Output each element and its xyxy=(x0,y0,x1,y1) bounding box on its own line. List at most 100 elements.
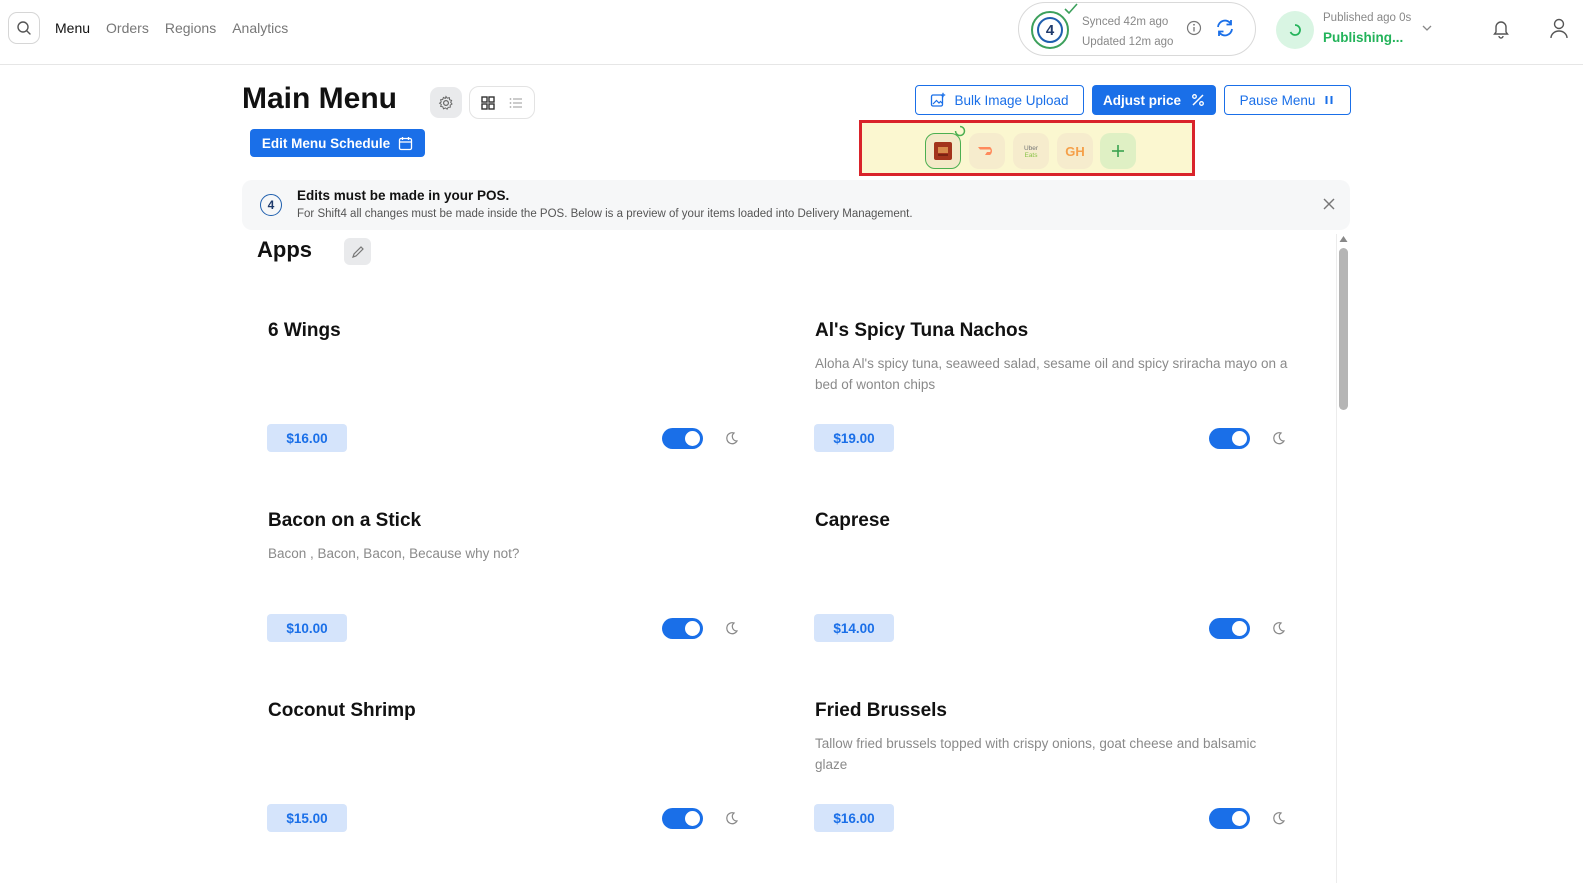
updated-time: Updated 12m ago xyxy=(1082,36,1174,48)
adjust-price-button[interactable]: Adjust price xyxy=(1092,85,1216,115)
info-icon[interactable] xyxy=(1186,20,1202,36)
item-price[interactable]: $16.00 xyxy=(267,424,347,452)
moon-icon[interactable] xyxy=(1272,431,1286,445)
pencil-icon xyxy=(351,245,364,258)
pause-icon xyxy=(1325,96,1333,104)
moon-icon[interactable] xyxy=(1272,811,1286,825)
svg-text:GH: GH xyxy=(1065,144,1085,159)
shift4-logo: 4 xyxy=(1031,11,1069,49)
platform-selector: Uber Eats GH xyxy=(859,120,1195,176)
scrollbar-thumb[interactable] xyxy=(1339,248,1348,410)
edit-category-button[interactable] xyxy=(344,238,371,265)
item-availability-toggle[interactable] xyxy=(662,428,703,449)
synced-time: Synced 42m ago xyxy=(1082,16,1169,28)
bell-icon[interactable] xyxy=(1490,17,1512,39)
item-availability-toggle[interactable] xyxy=(1209,428,1250,449)
percent-icon xyxy=(1192,94,1204,106)
menu-item-card[interactable]: Fried Brussels Tallow fried brussels top… xyxy=(814,700,1295,880)
pause-menu-label: Pause Menu xyxy=(1239,92,1316,108)
pos-notice-banner: 4 Edits must be made in your POS. For Sh… xyxy=(242,180,1350,230)
toggle-knob xyxy=(685,811,700,826)
item-name: 6 Wings xyxy=(268,320,341,341)
toggle-knob xyxy=(1232,431,1247,446)
item-name: Coconut Shrimp xyxy=(268,700,416,721)
item-description: Bacon , Bacon, Bacon, Because why not? xyxy=(268,546,520,561)
nav-item-analytics[interactable]: Analytics xyxy=(232,20,288,36)
image-upload-icon xyxy=(931,92,946,107)
nav-item-orders[interactable]: Orders xyxy=(106,20,149,36)
top-bar: Menu Orders Regions Analytics 4 Synced 4… xyxy=(0,0,1583,65)
svg-text:Eats: Eats xyxy=(1024,152,1038,159)
toggle-knob xyxy=(1232,811,1247,826)
chevron-down-icon[interactable] xyxy=(1421,22,1433,34)
sync-text: Synced 42m ago Updated 12m ago xyxy=(1082,12,1173,52)
moon-icon[interactable] xyxy=(1272,621,1286,635)
shift4-logo-mark: 4 xyxy=(1037,17,1063,43)
item-price[interactable]: $10.00 xyxy=(267,614,347,642)
item-availability-toggle[interactable] xyxy=(1209,618,1250,639)
loading-spinner-icon xyxy=(954,125,966,137)
sync-status-panel: 4 Synced 42m ago Updated 12m ago xyxy=(1018,2,1256,56)
list-view-icon[interactable] xyxy=(508,95,524,111)
platform-uber-eats[interactable]: Uber Eats xyxy=(1013,133,1049,169)
pause-menu-button[interactable]: Pause Menu xyxy=(1224,85,1351,115)
view-toggle xyxy=(469,86,535,119)
scroll-up-arrow-icon[interactable] xyxy=(1339,235,1348,243)
bulk-image-upload-button[interactable]: Bulk Image Upload xyxy=(915,85,1084,115)
grubhub-icon: GH xyxy=(1065,144,1085,159)
moon-icon[interactable] xyxy=(725,431,739,445)
item-price[interactable]: $16.00 xyxy=(814,804,894,832)
platform-doordash[interactable] xyxy=(969,133,1005,169)
menu-item-card[interactable]: Caprese $14.00 xyxy=(814,510,1295,690)
platform-shift4-store[interactable] xyxy=(925,133,961,169)
item-availability-toggle[interactable] xyxy=(662,808,703,829)
edit-menu-schedule-button[interactable]: Edit Menu Schedule xyxy=(250,129,425,157)
item-name: Fried Brussels xyxy=(815,700,947,721)
refresh-icon[interactable] xyxy=(1214,17,1236,39)
adjust-price-label: Adjust price xyxy=(1102,92,1181,108)
item-name: Al's Spicy Tuna Nachos xyxy=(815,320,1029,341)
add-platform-button[interactable] xyxy=(1100,133,1136,169)
svg-text:Uber: Uber xyxy=(1024,145,1039,152)
publishing-label: Publishing... xyxy=(1323,30,1404,45)
item-price[interactable]: $14.00 xyxy=(814,614,894,642)
grid-view-icon[interactable] xyxy=(480,95,496,111)
publish-spinner xyxy=(1276,11,1314,49)
moon-icon[interactable] xyxy=(725,811,739,825)
item-availability-toggle[interactable] xyxy=(1209,808,1250,829)
platform-grubhub[interactable]: GH xyxy=(1057,133,1093,169)
search-button[interactable] xyxy=(8,12,40,44)
notice-body: For Shift4 all changes must be made insi… xyxy=(297,208,913,220)
category-title: Apps xyxy=(257,237,312,262)
item-name: Caprese xyxy=(815,510,890,531)
menu-item-card[interactable]: Al's Spicy Tuna Nachos Aloha Al's spicy … xyxy=(814,320,1295,500)
main-nav: Menu Orders Regions Analytics xyxy=(55,20,288,36)
menu-item-card[interactable]: Coconut Shrimp $15.00 xyxy=(267,700,748,880)
item-price[interactable]: $15.00 xyxy=(267,804,347,832)
gear-icon xyxy=(438,94,453,110)
bulk-image-upload-label: Bulk Image Upload xyxy=(954,92,1069,108)
page-title: Main Menu xyxy=(242,82,397,115)
toggle-knob xyxy=(1232,621,1247,636)
menu-item-card[interactable]: 6 Wings $16.00 xyxy=(267,320,748,500)
menu-item-card[interactable]: Bacon on a Stick Bacon , Bacon, Bacon, B… xyxy=(267,510,748,690)
toggle-knob xyxy=(685,621,700,636)
spinner-icon xyxy=(1289,24,1301,36)
publish-status[interactable]: Published ago 0s Publishing... xyxy=(1323,9,1411,47)
item-price[interactable]: $19.00 xyxy=(814,424,894,452)
check-icon xyxy=(1064,3,1078,15)
nav-item-menu[interactable]: Menu xyxy=(55,20,90,36)
shift4-store-icon xyxy=(934,142,952,160)
menu-settings-button[interactable] xyxy=(430,87,462,118)
moon-icon[interactable] xyxy=(725,621,739,635)
nav-item-regions[interactable]: Regions xyxy=(165,20,216,36)
doordash-icon xyxy=(978,147,992,155)
item-name: Bacon on a Stick xyxy=(268,510,422,531)
notice-title: Edits must be made in your POS. xyxy=(297,188,510,203)
close-icon[interactable] xyxy=(1322,197,1336,211)
search-icon xyxy=(17,21,31,35)
published-time: Published ago 0s xyxy=(1323,12,1412,24)
edit-menu-schedule-label: Edit Menu Schedule xyxy=(261,135,391,151)
item-availability-toggle[interactable] xyxy=(662,618,703,639)
user-icon[interactable] xyxy=(1548,17,1570,39)
